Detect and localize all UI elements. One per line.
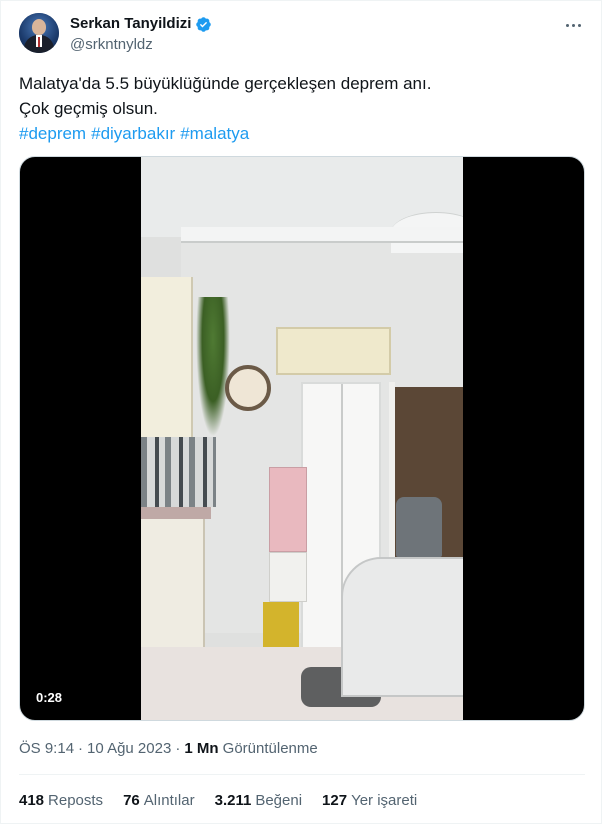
engagement-stats: 418 Reposts 76 Alıntılar 3.211 Beğeni 127 Ye…: [19, 791, 417, 811]
quotes-label: Alıntılar: [143, 792, 195, 809]
author-name-row: Serkan Tanyildizi: [70, 15, 212, 33]
verified-badge-icon: [196, 16, 212, 32]
tweet-text-line: Çok geçmiş olsun.: [19, 99, 158, 118]
avatar[interactable]: [19, 13, 59, 53]
reposts-stat[interactable]: 418 Reposts: [19, 791, 103, 811]
video-player[interactable]: 0:28: [19, 156, 585, 721]
views-count: 1 Mn: [184, 740, 219, 757]
hashtag-link[interactable]: #malatya: [180, 124, 249, 143]
tweet-date[interactable]: 10 Ağu 2023: [87, 740, 171, 757]
more-options-icon[interactable]: [563, 17, 583, 33]
bookmarks-label: Yer işareti: [351, 792, 418, 809]
author-display-name[interactable]: Serkan Tanyildizi: [70, 15, 191, 33]
hashtag-list: #deprem #diyarbakır #malatya: [19, 121, 431, 146]
reposts-label: Reposts: [48, 792, 104, 809]
likes-stat[interactable]: 3.211 Beğeni: [215, 791, 302, 811]
views-label: Görüntülenme: [222, 740, 318, 757]
divider: [19, 774, 585, 775]
video-frame: [141, 157, 463, 720]
tweet-text: Malatya'da 5.5 büyüklüğünde gerçekleşen …: [19, 71, 431, 146]
tweet-time[interactable]: ÖS 9:14: [19, 740, 74, 757]
tweet-meta: ÖS 9:14 · 10 Ağu 2023 · 1 Mn Görüntülenme: [19, 740, 318, 757]
hashtag-link[interactable]: #diyarbakır: [91, 124, 175, 143]
likes-count: 3.211: [214, 792, 252, 809]
likes-label: Beğeni: [255, 792, 303, 809]
reposts-count: 418: [19, 792, 45, 809]
hashtag-link[interactable]: #deprem: [19, 124, 86, 143]
tweet-card: Serkan Tanyildizi @srkntnyldz Malatya'da…: [0, 0, 602, 824]
bookmarks-count: 127: [322, 792, 348, 809]
video-duration-badge: 0:28: [36, 690, 63, 705]
author-handle[interactable]: @srkntnyldz: [70, 36, 153, 54]
tweet-text-line: Malatya'da 5.5 büyüklüğünde gerçekleşen …: [19, 74, 432, 93]
quotes-stat[interactable]: 76 Alıntılar: [123, 791, 195, 811]
bookmarks-stat[interactable]: 127 Yer işareti: [322, 791, 417, 811]
quotes-count: 76: [123, 792, 140, 809]
